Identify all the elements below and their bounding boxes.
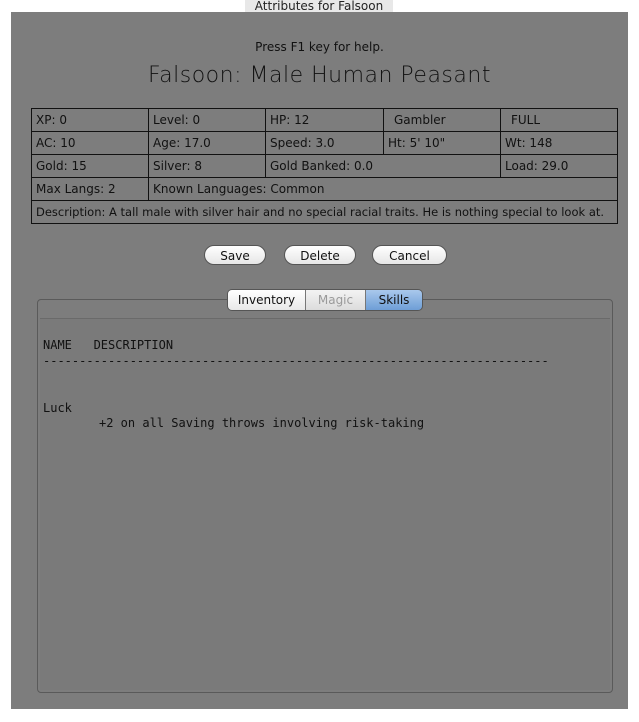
age-cell: Age: 17.0 [148, 131, 266, 155]
height-cell: Ht: 5' 10" [383, 131, 501, 155]
character-title: Falsoon: Male Human Peasant [148, 63, 491, 88]
help-text: Press F1 key for help. [255, 40, 384, 54]
delete-button[interactable]: Delete [284, 245, 356, 265]
ac-cell: AC: 10 [31, 131, 149, 155]
tab-bar: Inventory Magic Skills [227, 289, 423, 311]
silver-cell: Silver: 8 [148, 154, 266, 178]
gold-cell: Gold: 15 [31, 154, 149, 178]
max-langs-cell: Max Langs: 2 [31, 177, 149, 201]
stats-table: XP: 0 Level: 0 HP: 12 Gambler FULL AC: 1… [31, 108, 618, 224]
occupation-cell: Gambler [383, 108, 501, 132]
tab-inventory[interactable]: Inventory [228, 290, 306, 310]
save-button[interactable]: Save [204, 245, 266, 265]
attributes-panel: Press F1 key for help. Falsoon: Male Hum… [11, 12, 628, 709]
skills-content-panel: NAME DESCRIPTION -----------------------… [37, 299, 613, 693]
skill-description: +2 on all Saving throws involving risk-t… [99, 416, 425, 430]
gold-banked-cell: Gold Banked: 0.0 [265, 154, 501, 178]
skills-text-area[interactable]: NAME DESCRIPTION -----------------------… [40, 318, 610, 690]
description-cell: Description: A tall male with silver hai… [31, 200, 618, 224]
skill-name: Luck [43, 401, 72, 415]
cancel-button[interactable]: Cancel [372, 245, 447, 265]
hp-status-cell: FULL [500, 108, 618, 132]
xp-cell: XP: 0 [31, 108, 149, 132]
tab-magic[interactable]: Magic [306, 290, 366, 310]
known-languages-cell: Known Languages: Common [148, 177, 618, 201]
level-cell: Level: 0 [148, 108, 266, 132]
load-cell: Load: 29.0 [500, 154, 618, 178]
tab-skills[interactable]: Skills [366, 290, 422, 310]
skills-header: NAME DESCRIPTION [43, 338, 174, 352]
speed-cell: Speed: 3.0 [265, 131, 384, 155]
skills-divider: ----------------------------------------… [43, 354, 549, 368]
weight-cell: Wt: 148 [500, 131, 618, 155]
window-title: Attributes for Falsoon [245, 0, 393, 12]
hp-cell: HP: 12 [265, 108, 384, 132]
